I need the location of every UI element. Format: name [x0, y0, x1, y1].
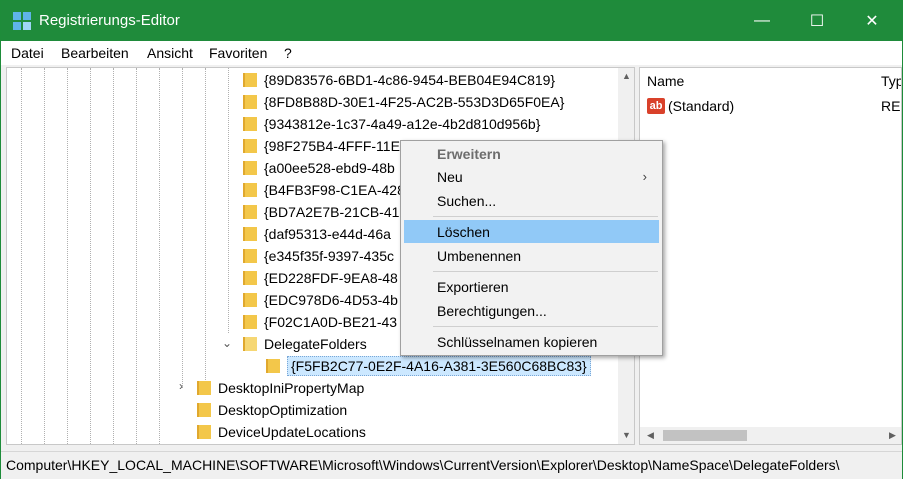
menu-favoriten[interactable]: Favoriten: [209, 45, 267, 61]
scroll-left-icon[interactable]: ◀: [642, 427, 659, 444]
menu-item-exportieren[interactable]: Exportieren: [404, 275, 659, 298]
folder-icon: [197, 425, 211, 439]
tree-guide-line: [67, 68, 68, 444]
column-header-name[interactable]: Name: [647, 73, 684, 89]
folder-icon: [243, 117, 257, 131]
folder-icon: [243, 205, 257, 219]
menu-item-label: Neu: [437, 168, 463, 185]
list-horizontal-scrollbar[interactable]: ◀ ▶: [640, 427, 901, 444]
folder-icon: [243, 73, 257, 87]
maximize-button[interactable]: ☐: [789, 1, 845, 41]
window-title: Registrierungs-Editor: [39, 12, 180, 29]
menu-item-schluesselnamen-kopieren[interactable]: Schlüsselnamen kopieren: [404, 330, 659, 353]
tree-item[interactable]: {e345f35f-9397-435c: [243, 245, 394, 267]
tree-guide-line: [113, 68, 114, 444]
tree-guide-line: [44, 68, 45, 444]
tree-guide-line: [228, 68, 229, 333]
regedit-app-icon: [13, 12, 31, 30]
menu-item-neu[interactable]: Neu ›: [404, 165, 659, 188]
menu-bar: Datei Bearbeiten Ansicht Favoriten ?: [1, 41, 902, 65]
tree-item[interactable]: {a00ee528-ebd9-48b: [243, 157, 395, 179]
tree-guide-line: [159, 68, 160, 444]
status-bar: Computer\HKEY_LOCAL_MACHINE\SOFTWARE\Mic…: [1, 451, 902, 479]
tree-item[interactable]: DesktopIniPropertyMap: [197, 377, 364, 399]
tree-item[interactable]: {B4FB3F98-C1EA-428: [243, 179, 405, 201]
collapse-chevron-icon[interactable]: ⌄: [221, 336, 233, 350]
menu-datei[interactable]: Datei: [11, 45, 44, 61]
scroll-up-icon[interactable]: ▲: [618, 68, 634, 85]
expand-chevron-icon[interactable]: ›: [175, 379, 187, 393]
menu-item-loeschen[interactable]: Löschen: [404, 220, 659, 243]
menu-separator: [433, 216, 658, 217]
tree-guide-line: [21, 68, 22, 444]
menu-ansicht[interactable]: Ansicht: [147, 45, 193, 61]
menu-help[interactable]: ?: [284, 45, 292, 61]
tree-item-delegatefolders[interactable]: DelegateFolders: [243, 333, 367, 355]
registry-editor-window: Registrierungs-Editor — ☐ ✕ Datei Bearbe…: [0, 0, 903, 479]
column-header-type[interactable]: Typ: [881, 73, 901, 89]
tree-guide-line: [136, 68, 137, 444]
value-name[interactable]: (Standard): [668, 98, 734, 114]
scroll-right-icon[interactable]: ▶: [884, 427, 901, 444]
tree-item[interactable]: {ED228FDF-9EA8-48: [243, 267, 398, 289]
folder-icon: [243, 227, 257, 241]
tree-item[interactable]: {8FD8B88D-30E1-4F25-AC2B-553D3D65F0EA}: [243, 91, 564, 113]
folder-icon: [266, 359, 280, 373]
menu-bearbeiten[interactable]: Bearbeiten: [61, 45, 129, 61]
menu-item-erweitern[interactable]: Erweitern: [404, 142, 659, 165]
folder-icon: [197, 381, 211, 395]
tree-item[interactable]: {daf95313-e44d-46a: [243, 223, 391, 245]
tree-item[interactable]: {F02C1A0D-BE21-43: [243, 311, 397, 333]
tree-item[interactable]: DeviceUpdateLocations: [197, 421, 366, 443]
menu-item-umbenennen[interactable]: Umbenennen: [404, 244, 659, 267]
title-bar[interactable]: Registrierungs-Editor — ☐ ✕: [1, 1, 902, 41]
tree-item[interactable]: {BD7A2E7B-21CB-41: [243, 201, 399, 223]
folder-icon: [243, 161, 257, 175]
registry-path: Computer\HKEY_LOCAL_MACHINE\SOFTWARE\Mic…: [6, 457, 840, 473]
folder-icon: [197, 403, 211, 417]
folder-icon: [243, 293, 257, 307]
tree-guide-line: [205, 68, 206, 388]
values-list[interactable]: Name Typ ab (Standard) RE ◀ ▶: [639, 67, 902, 445]
open-folder-icon: [243, 337, 257, 351]
value-type: RE: [881, 98, 901, 114]
tree-item[interactable]: {9343812e-1c37-4a49-a12e-4b2d810d956b}: [243, 113, 540, 135]
close-button[interactable]: ✕: [844, 1, 900, 41]
tree-item[interactable]: {89D83576-6BD1-4c86-9454-BEB04E94C819}: [243, 69, 555, 91]
folder-icon: [243, 183, 257, 197]
folder-icon: [243, 139, 257, 153]
context-menu: Erweitern Neu › Suchen... Löschen Umbenen…: [400, 140, 663, 356]
folder-icon: [243, 315, 257, 329]
minimize-button[interactable]: —: [734, 1, 790, 41]
tree-guide-line: [90, 68, 91, 444]
scroll-thumb[interactable]: [663, 430, 747, 441]
folder-icon: [243, 271, 257, 285]
tree-item[interactable]: DesktopOptimization: [197, 399, 347, 421]
menu-item-berechtigungen[interactable]: Berechtigungen...: [404, 299, 659, 322]
tree-item[interactable]: {98F275B4-4FFF-11E: [243, 135, 400, 157]
ab-string-icon: ab: [647, 98, 665, 114]
folder-icon: [243, 95, 257, 109]
folder-icon: [243, 249, 257, 263]
menu-item-suchen[interactable]: Suchen...: [404, 189, 659, 212]
submenu-chevron-icon: ›: [642, 169, 647, 184]
tree-item-selected[interactable]: {F5FB2C77-0E2F-4A16-A381-3E560C68BC83}: [266, 355, 591, 377]
tree-item[interactable]: {EDC978D6-4D53-4b: [243, 289, 398, 311]
scroll-down-icon[interactable]: ▼: [618, 427, 634, 444]
menu-separator: [433, 326, 658, 327]
menu-separator: [433, 271, 658, 272]
tree-guide-line: [182, 68, 183, 388]
